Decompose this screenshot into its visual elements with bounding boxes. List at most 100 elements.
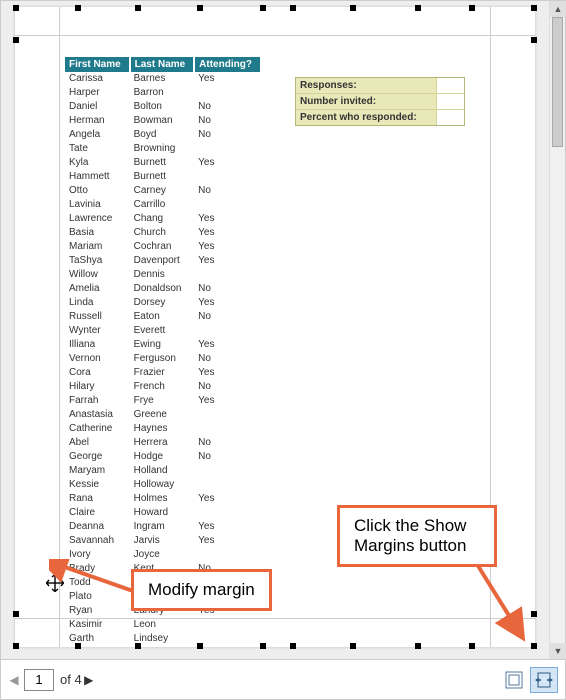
margin-handle[interactable] — [415, 5, 421, 11]
table-row: KessieHolloway — [65, 478, 260, 492]
vertical-scrollbar[interactable]: ▲ ▼ — [549, 1, 565, 659]
table-row: AngelaBoydNo — [65, 128, 260, 142]
table-cell: Hodge — [130, 450, 195, 464]
table-cell: Cochran — [130, 240, 195, 254]
table-cell: Barron — [130, 86, 195, 100]
margin-handle[interactable] — [290, 643, 296, 649]
summary-row: Percent who responded: — [296, 110, 464, 125]
table-cell: Otto — [65, 184, 130, 198]
table-cell: Hammett — [65, 170, 130, 184]
table-cell: Bowman — [130, 114, 195, 128]
margin-line-top[interactable] — [15, 35, 535, 36]
scroll-down-button[interactable]: ▼ — [550, 643, 566, 659]
table-row: LindaDorseyYes — [65, 296, 260, 310]
attendee-table: First NameLast NameAttending? CarissaBar… — [65, 57, 260, 646]
table-cell: Donaldson — [130, 282, 195, 296]
table-cell: Dennis — [130, 268, 195, 282]
table-cell: Burnett — [130, 170, 195, 184]
margin-handle[interactable] — [531, 37, 537, 43]
show-margins-button[interactable] — [500, 667, 528, 693]
margin-handle[interactable] — [75, 5, 81, 11]
next-page-button[interactable]: ▶ — [82, 665, 96, 695]
table-cell: Catherine — [65, 422, 130, 436]
page-number-input[interactable] — [24, 669, 54, 691]
margin-handle[interactable] — [290, 5, 296, 11]
table-row: RanaHolmesYes — [65, 492, 260, 506]
scroll-track[interactable] — [550, 17, 565, 643]
table-cell — [194, 464, 260, 478]
table-cell — [194, 478, 260, 492]
table-cell: Amelia — [65, 282, 130, 296]
table-header: Last Name — [130, 57, 195, 72]
table-cell: Frazier — [130, 366, 195, 380]
table-cell: Abel — [65, 436, 130, 450]
table-cell: Holloway — [130, 478, 195, 492]
prev-page-button[interactable]: ◀ — [7, 665, 21, 695]
margin-handle[interactable] — [13, 611, 19, 617]
margin-line-left[interactable] — [59, 7, 60, 647]
margin-handle[interactable] — [469, 5, 475, 11]
table-row: TaShyaDavenportYes — [65, 254, 260, 268]
summary-box: Responses:Number invited:Percent who res… — [295, 77, 465, 126]
table-cell: Jarvis — [130, 534, 195, 548]
table-cell: Willow — [65, 268, 130, 282]
summary-label: Percent who responded: — [296, 110, 436, 125]
summary-label: Number invited: — [296, 94, 436, 110]
table-cell: Illiana — [65, 338, 130, 352]
scroll-thumb[interactable] — [552, 17, 563, 147]
margin-handle[interactable] — [350, 643, 356, 649]
table-cell: Herrera — [130, 436, 195, 450]
table-cell: George — [65, 450, 130, 464]
table-cell — [194, 268, 260, 282]
table-cell: Mariam — [65, 240, 130, 254]
margin-handle[interactable] — [531, 5, 537, 11]
table-row: HilaryFrenchNo — [65, 380, 260, 394]
margin-handle[interactable] — [13, 37, 19, 43]
margin-handle[interactable] — [13, 5, 19, 11]
callout-modify-margin: Modify margin — [131, 569, 272, 611]
table-row: GarthLindsey — [65, 632, 260, 646]
table-row: LawrenceChangYes — [65, 212, 260, 226]
table-cell: Maryam — [65, 464, 130, 478]
table-cell: Carrillo — [130, 198, 195, 212]
table-row: KasimirLeon — [65, 618, 260, 632]
table-row: RussellEatonNo — [65, 310, 260, 324]
table-cell: Basia — [65, 226, 130, 240]
table-cell — [194, 548, 260, 562]
table-cell: No — [194, 282, 260, 296]
margin-handle[interactable] — [197, 5, 203, 11]
table-cell: Yes — [194, 296, 260, 310]
table-row: OttoCarneyNo — [65, 184, 260, 198]
table-row: BasiaChurchYes — [65, 226, 260, 240]
margin-handle[interactable] — [415, 643, 421, 649]
table-cell: Carney — [130, 184, 195, 198]
page-total-label: of 4 — [60, 672, 82, 687]
table-cell: Linda — [65, 296, 130, 310]
table-row: MaryamHolland — [65, 464, 260, 478]
summary-label: Responses: — [296, 78, 436, 94]
zoom-to-page-button[interactable] — [530, 667, 558, 693]
table-cell: Lawrence — [65, 212, 130, 226]
table-cell: No — [194, 450, 260, 464]
table-cell: Deanna — [65, 520, 130, 534]
margin-handle[interactable] — [260, 643, 266, 649]
summary-value — [436, 110, 464, 125]
margin-handle[interactable] — [13, 643, 19, 649]
margin-handle[interactable] — [260, 5, 266, 11]
table-row: HammettBurnett — [65, 170, 260, 184]
table-cell: Savannah — [65, 534, 130, 548]
margin-handle[interactable] — [350, 5, 356, 11]
table-row: KylaBurnettYes — [65, 156, 260, 170]
summary-value — [436, 78, 464, 94]
margin-handle[interactable] — [135, 5, 141, 11]
table-cell: Kasimir — [65, 618, 130, 632]
table-cell: Yes — [194, 492, 260, 506]
scroll-up-button[interactable]: ▲ — [550, 1, 566, 17]
arrow-to-margin — [49, 559, 139, 609]
table-row: CoraFrazierYes — [65, 366, 260, 380]
table-cell — [194, 632, 260, 646]
table-cell — [194, 422, 260, 436]
table-row: AnastasiaGreene — [65, 408, 260, 422]
table-cell: Lavinia — [65, 198, 130, 212]
table-row: CarissaBarnesYes — [65, 72, 260, 86]
